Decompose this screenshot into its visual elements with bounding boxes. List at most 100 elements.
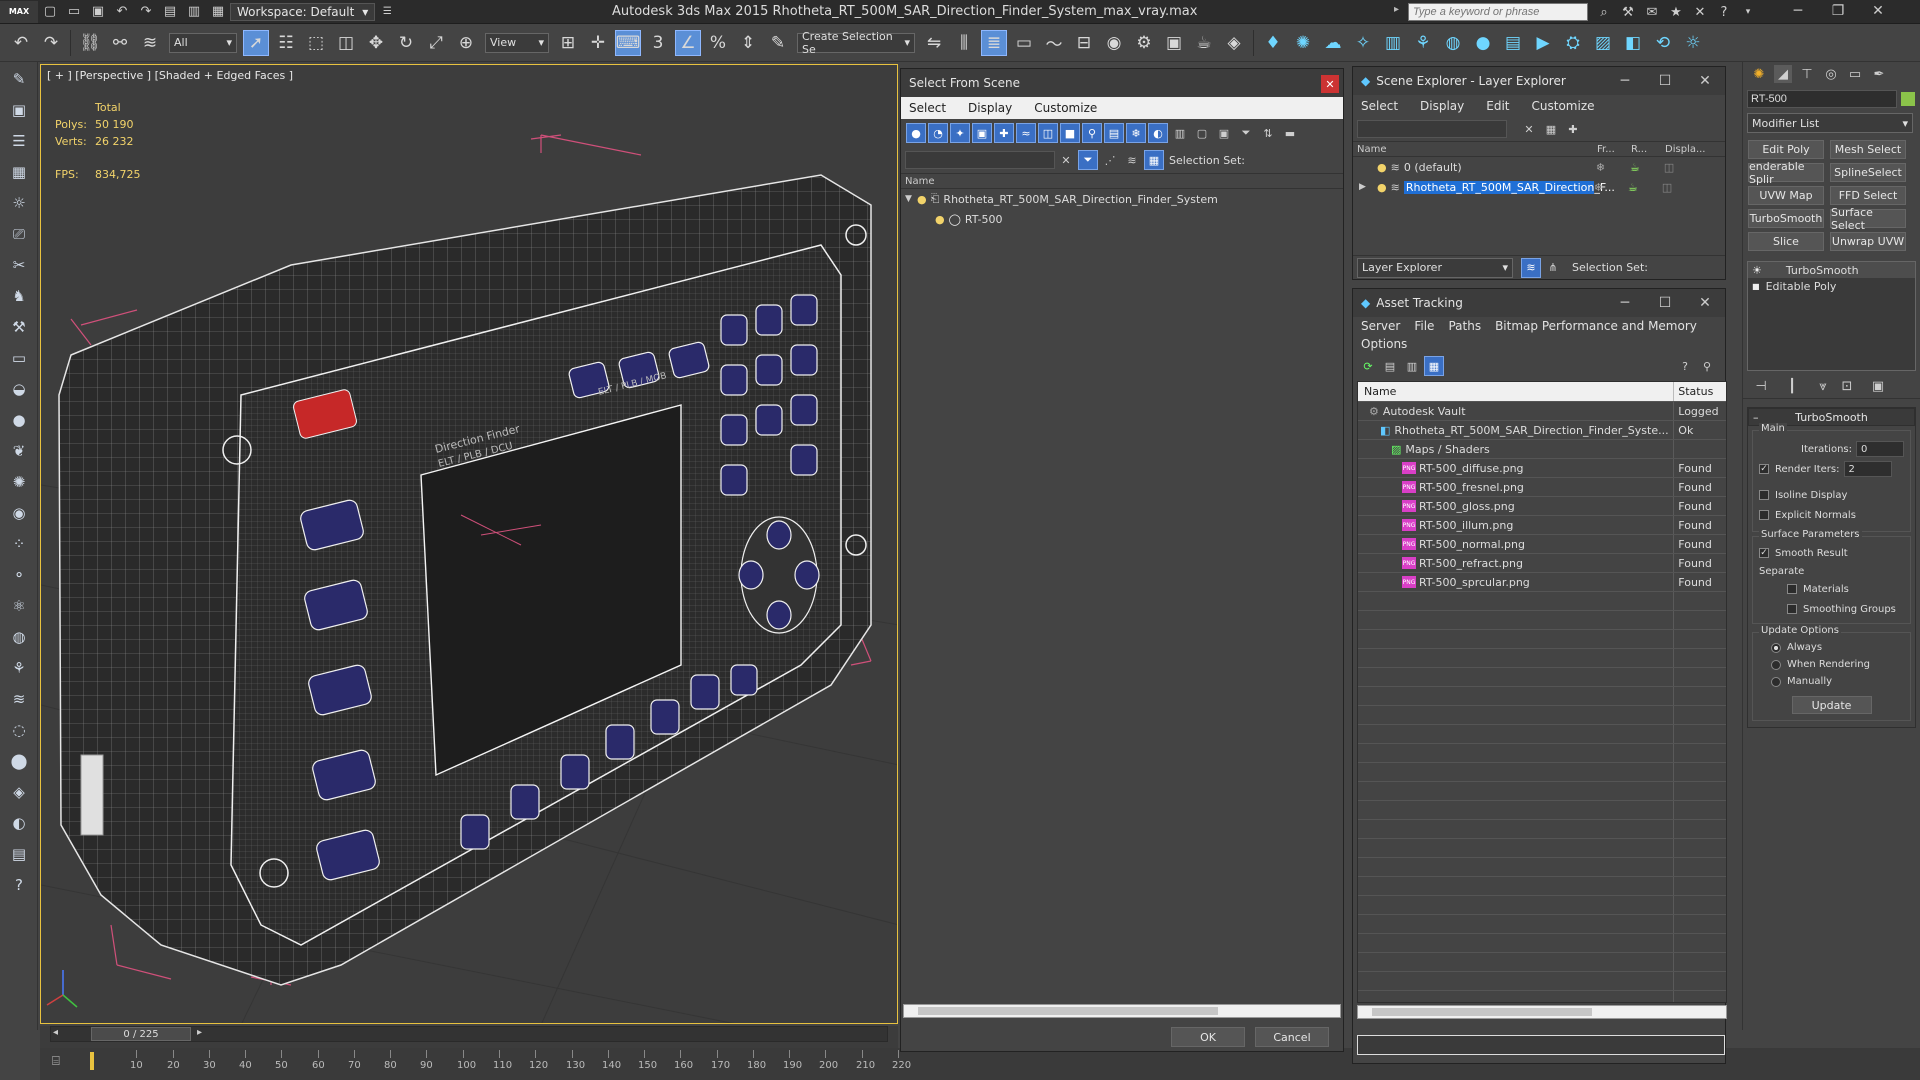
materials-checkbox[interactable] [1787, 584, 1797, 594]
containers-filter-icon[interactable]: ▤ [1104, 123, 1124, 143]
cameras-filter-icon[interactable]: ▣ [972, 123, 992, 143]
filter-icon[interactable]: ⏷ [1236, 123, 1256, 143]
horizontal-scrollbar[interactable] [903, 1004, 1341, 1018]
spacewarps-filter-icon[interactable]: ≈ [1016, 123, 1036, 143]
selection-filter-dropdown[interactable]: All ▾ [169, 32, 237, 53]
layers-icon[interactable]: ≋ [1122, 150, 1142, 170]
close-icon[interactable]: ✕ [1321, 75, 1339, 93]
favorites-icon[interactable]: ★ [1667, 3, 1685, 21]
selection-set-icon[interactable]: ▦ [1144, 150, 1164, 170]
ok-button[interactable]: OK [1171, 1027, 1245, 1047]
rect-selection-icon[interactable]: ⬚ [303, 30, 329, 56]
isoline-checkbox[interactable] [1759, 490, 1769, 500]
vray-plane-icon[interactable]: ◍ [1440, 30, 1466, 56]
plant-icon[interactable]: ⚘ [4, 654, 34, 682]
render-iters-checkbox[interactable]: ✓ [1759, 464, 1769, 474]
window-crossing-icon[interactable]: ◫ [333, 30, 359, 56]
clear-search-icon[interactable]: ✕ [1056, 150, 1076, 170]
grid-icon[interactable]: ▦ [4, 158, 34, 186]
help-icon[interactable]: ? [1675, 356, 1695, 376]
particles-icon[interactable]: ⁘ [4, 530, 34, 558]
hair-icon[interactable]: ≋ [4, 685, 34, 713]
close-icon[interactable]: ✕ [1858, 0, 1898, 22]
tree-item[interactable]: ▼ ● ⎗ Rhotheta_RT_500M_SAR_Direction_Fin… [901, 189, 1343, 209]
angle-snap-icon[interactable]: ∠ [675, 29, 701, 56]
place-icon[interactable]: ⊕ [453, 30, 479, 56]
stack-item[interactable]: ■ Editable Poly [1748, 278, 1915, 294]
menu-select[interactable]: Select [1361, 99, 1398, 113]
rendered-frame-icon[interactable]: ▣ [1161, 30, 1187, 56]
menu-bitmap-performance[interactable]: Bitmap Performance and Memory [1495, 319, 1697, 333]
vray-lightbulb-icon[interactable]: ☼ [1680, 30, 1706, 56]
freeze-icon[interactable]: ❄ [1596, 161, 1630, 174]
sort-icon[interactable]: ⇅ [1258, 123, 1278, 143]
render-iterative-icon[interactable]: ◈ [1221, 30, 1247, 56]
project-folder-icon[interactable]: ▦ [209, 3, 227, 21]
dumbbell-icon[interactable]: ⚬ [4, 561, 34, 589]
fetch-icon[interactable]: ▥ [185, 3, 203, 21]
vray-sphere-icon[interactable]: ● [1470, 30, 1496, 56]
select-manipulate-icon[interactable]: ✛ [585, 30, 611, 56]
app-menu-icon[interactable]: MAX [0, 0, 38, 23]
tree-view-icon[interactable]: ▥ [1402, 356, 1422, 376]
subscription-icon[interactable]: ⚒ [1619, 3, 1637, 21]
scene-explorer-search-input[interactable] [1357, 120, 1507, 138]
render-elements-icon[interactable]: ◈ [4, 778, 34, 806]
column-header-name[interactable]: Name [901, 173, 1343, 189]
workspace-options-icon[interactable]: ☰ [378, 3, 396, 21]
scale-icon[interactable]: ⤢ [423, 30, 449, 56]
asset-row[interactable]: PNG RT-500_gloss.png Found [1358, 497, 1726, 516]
menu-file[interactable]: File [1414, 319, 1434, 333]
modifier-button[interactable]: FFD Select [1830, 186, 1906, 205]
smooth-result-checkbox[interactable]: ✓ [1759, 548, 1769, 558]
vray-sun-icon[interactable]: ✺ [1290, 30, 1316, 56]
asset-row[interactable]: PNG RT-500_fresnel.png Found [1358, 478, 1726, 497]
systems-icon[interactable]: ⚒ [4, 313, 34, 341]
smoothing-groups-checkbox[interactable] [1787, 604, 1797, 614]
communication-icon[interactable]: ✉ [1643, 3, 1661, 21]
close-icon[interactable]: ✕ [1685, 289, 1725, 317]
time-slider[interactable]: ◂ 0 / 225 ▸ [50, 1026, 888, 1042]
layer-manager-icon[interactable]: ≣ [981, 29, 1007, 56]
vray-converter-icon[interactable]: ⟲ [1650, 30, 1676, 56]
lightbulb-icon[interactable]: ☀ [1752, 264, 1762, 277]
hierarchy-tab-icon[interactable]: ⊤ [1798, 65, 1816, 83]
lights-filter-icon[interactable]: ✦ [950, 123, 970, 143]
vray-dome-icon[interactable]: ☁ [1320, 30, 1346, 56]
asset-row[interactable]: PNG RT-500_diffuse.png Found [1358, 459, 1726, 478]
expand-arrow-icon[interactable]: ▼ [905, 194, 917, 204]
vray-vfb-icon[interactable]: ▤ [1500, 30, 1526, 56]
asset-row[interactable]: PNG RT-500_normal.png Found [1358, 535, 1726, 554]
save-file-icon[interactable]: ▣ [89, 3, 107, 21]
vray-ies-icon[interactable]: ✧ [1350, 30, 1376, 56]
asset-row[interactable]: PNG RT-500_illum.png Found [1358, 516, 1726, 535]
pin-icon[interactable]: ⚲ [1697, 356, 1717, 376]
modify-tab-icon[interactable]: ◢ [1774, 65, 1792, 83]
asset-row[interactable]: PNG RT-500_refract.png Found [1358, 554, 1726, 573]
frozen-filter-icon[interactable]: ❄ [1126, 123, 1146, 143]
column-display[interactable]: Displa... [1665, 144, 1705, 155]
perspective-viewport[interactable]: [ + ] [Perspective ] [Shaded + Edged Fac… [40, 64, 898, 1024]
rotate-icon[interactable]: ↻ [393, 30, 419, 56]
mirror-icon[interactable]: ⇋ [921, 30, 947, 56]
menu-display[interactable]: Display [968, 101, 1012, 115]
modifier-button[interactable]: Mesh Select [1830, 140, 1906, 159]
camera-icon[interactable]: ⎚ [4, 220, 34, 248]
menu-edit[interactable]: Edit [1486, 99, 1509, 113]
vray-debug-icon[interactable]: ▨ [1590, 30, 1616, 56]
schematic-view-icon[interactable]: ⊟ [1071, 30, 1097, 56]
iterations-spinner[interactable]: 0 [1856, 441, 1904, 457]
update-button[interactable]: Update [1791, 696, 1872, 714]
remove-modifier-icon[interactable]: ⊡ [1838, 378, 1856, 396]
new-layer-icon[interactable]: ▦ [1541, 119, 1561, 139]
binoculars-icon[interactable]: ⌕ [1595, 3, 1613, 21]
teapot-icon[interactable]: ☕ [1630, 161, 1664, 174]
menu-options[interactable]: Options [1361, 337, 1407, 351]
lightbulb-icon[interactable]: ☼ [4, 189, 34, 217]
blue-sphere-icon[interactable]: ⬤ [4, 747, 34, 775]
render-production-icon[interactable]: ☕ [1191, 30, 1217, 56]
box-icon[interactable]: ▣ [4, 96, 34, 124]
invert-display-icon[interactable]: ▣ [1214, 123, 1234, 143]
spinner-snap-icon[interactable]: ⇕ [735, 30, 761, 56]
helpers-filter-icon[interactable]: ✚ [994, 123, 1014, 143]
